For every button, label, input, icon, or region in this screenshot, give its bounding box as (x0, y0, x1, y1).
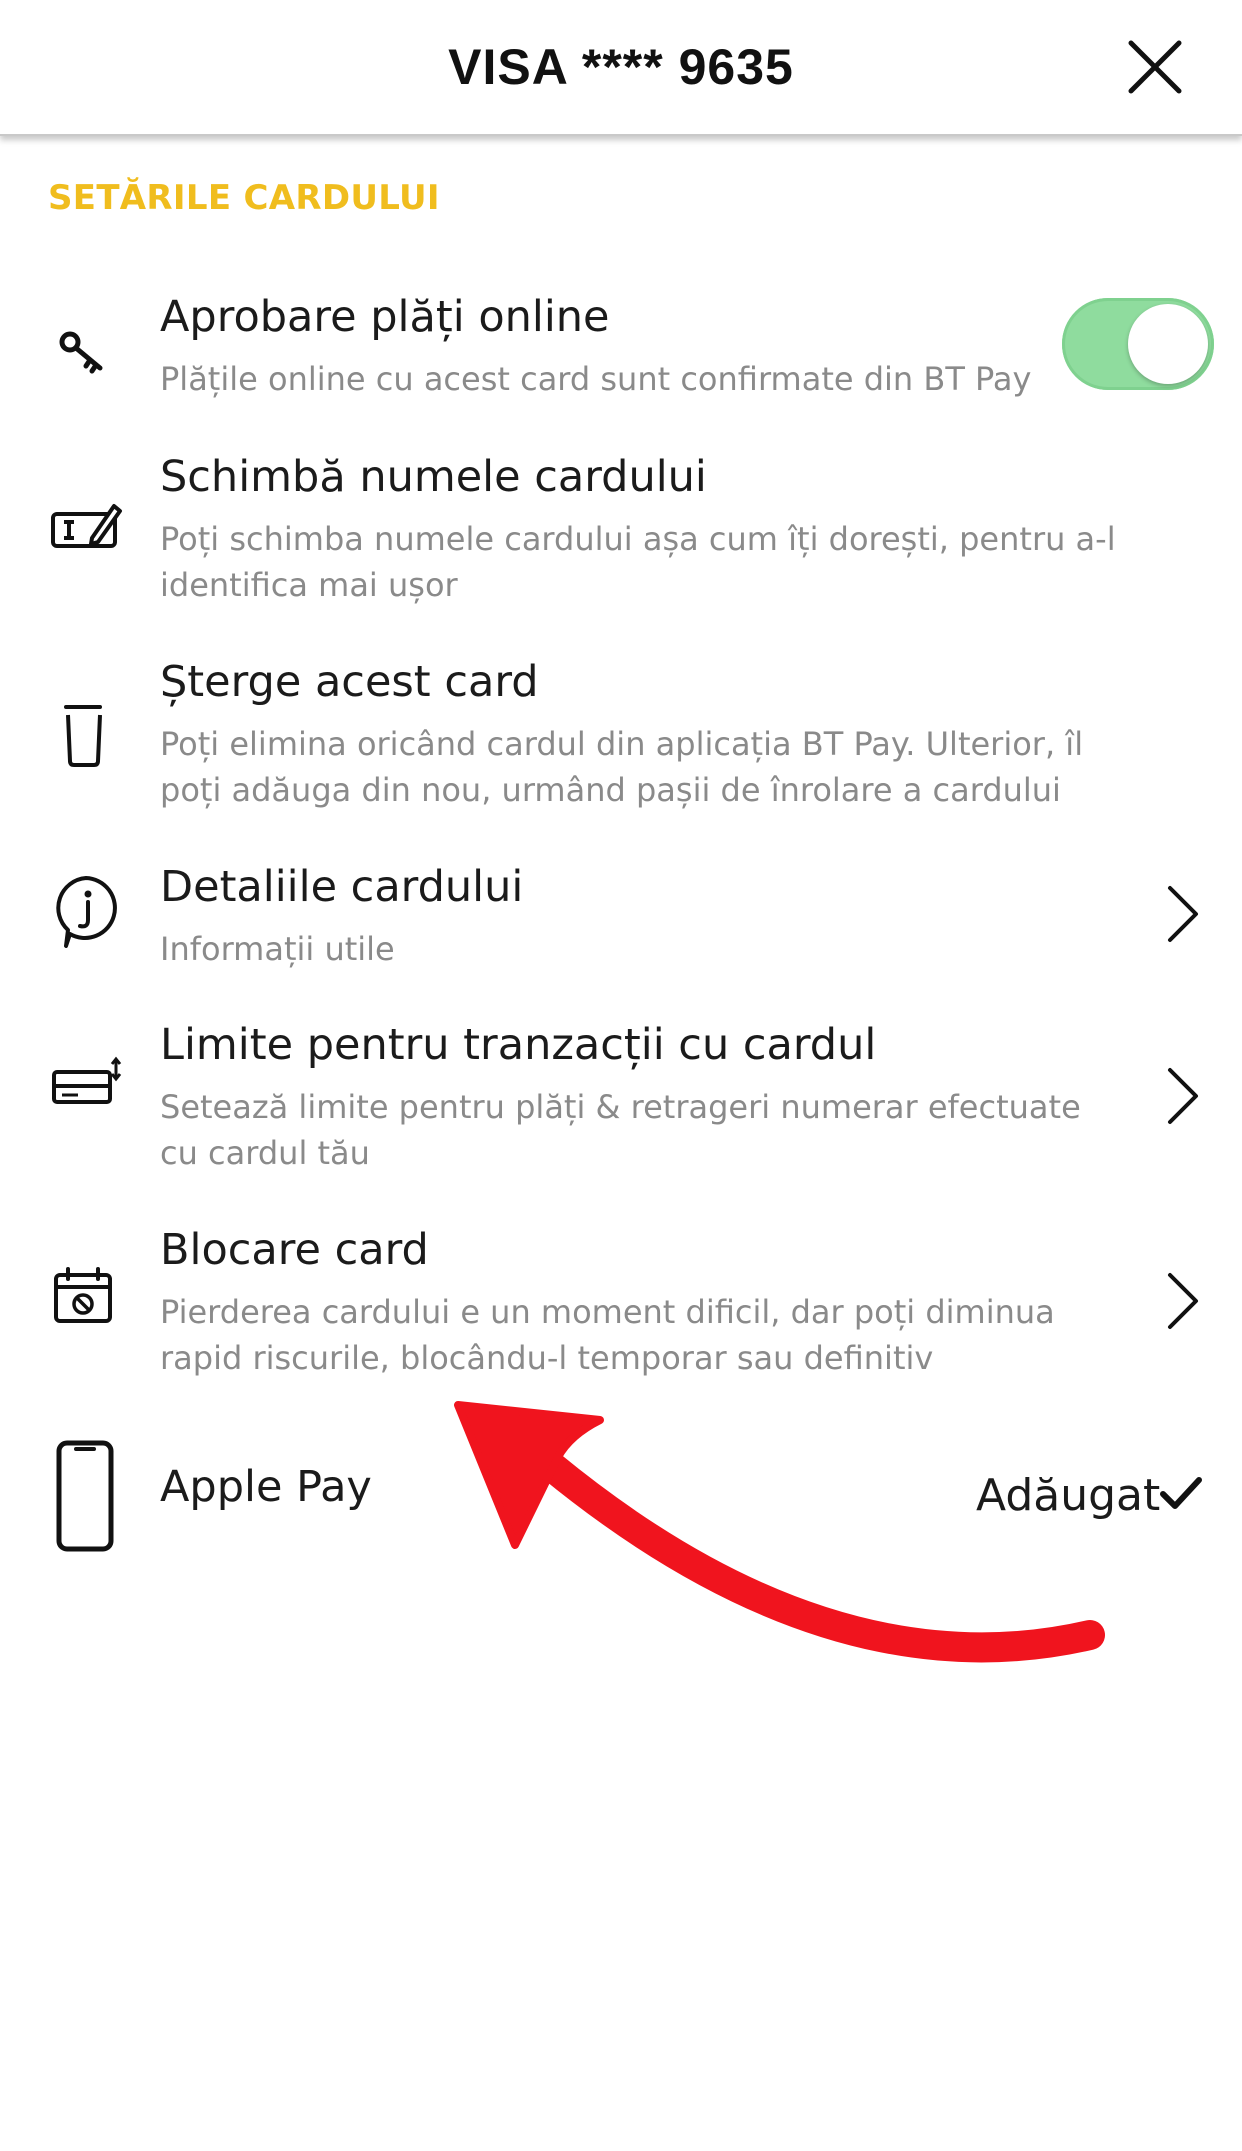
phone-icon (56, 1440, 114, 1552)
section-title: SETĂRILE CARDULUI (48, 178, 440, 218)
row-title: Blocare card (160, 1225, 429, 1275)
apple-pay-title: Apple Pay (160, 1462, 372, 1512)
online-payments-toggle[interactable] (1062, 298, 1214, 390)
card-details-row[interactable]: Detaliile cardului Informații utile (0, 860, 1242, 1000)
rename-card-row[interactable]: Schimbă numele cardului Poți schimba num… (0, 450, 1242, 620)
top-bar: VISA **** 9635 (0, 0, 1242, 136)
row-description: Setează limite pentru plăți & retrageri … (160, 1088, 1081, 1172)
row-description: Poți schimba numele cardului așa cum îți… (160, 520, 1116, 604)
block-card-row[interactable]: Blocare card Pierderea cardului e un mom… (0, 1223, 1242, 1393)
row-description: Poți elimina oricând cardul din aplicați… (160, 725, 1084, 809)
online-payments-approval-row: Aprobare plăți online Plățile online cu … (0, 290, 1242, 420)
row-description: Plățile online cu acest card sunt confir… (160, 360, 1032, 398)
row-title: Detaliile cardului (160, 862, 524, 912)
trash-icon (64, 705, 102, 767)
rename-card-icon (51, 504, 122, 548)
chevron-right-icon (1168, 1068, 1198, 1124)
info-bubble-icon (56, 876, 117, 948)
transaction-limits-row[interactable]: Limite pentru tranzacții cu cardul Setea… (0, 1018, 1242, 1188)
page-title: VISA **** 9635 (448, 39, 794, 95)
close-button[interactable] (1126, 38, 1184, 96)
checkmark-icon (1160, 1477, 1202, 1509)
row-title: Schimbă numele cardului (160, 452, 707, 502)
chevron-right-icon (1168, 1273, 1198, 1329)
calendar-block-icon (54, 1267, 112, 1323)
delete-card-row[interactable]: Șterge acest card Poți elimina oricând c… (0, 655, 1242, 825)
chevron-right-icon (1168, 886, 1198, 942)
toggle-knob (1128, 304, 1208, 384)
close-icon (1128, 40, 1182, 94)
row-title: Aprobare plăți online (160, 292, 610, 342)
key-icon (59, 331, 103, 374)
red-arrow-annotation (454, 1401, 1105, 1663)
row-title: Limite pentru tranzacții cu cardul (160, 1020, 877, 1070)
row-title: Șterge acest card (160, 657, 539, 707)
card-limits-icon (52, 1056, 122, 1104)
row-description: Informații utile (160, 930, 395, 968)
row-description: Pierderea cardului e un moment dificil, … (160, 1293, 1055, 1377)
